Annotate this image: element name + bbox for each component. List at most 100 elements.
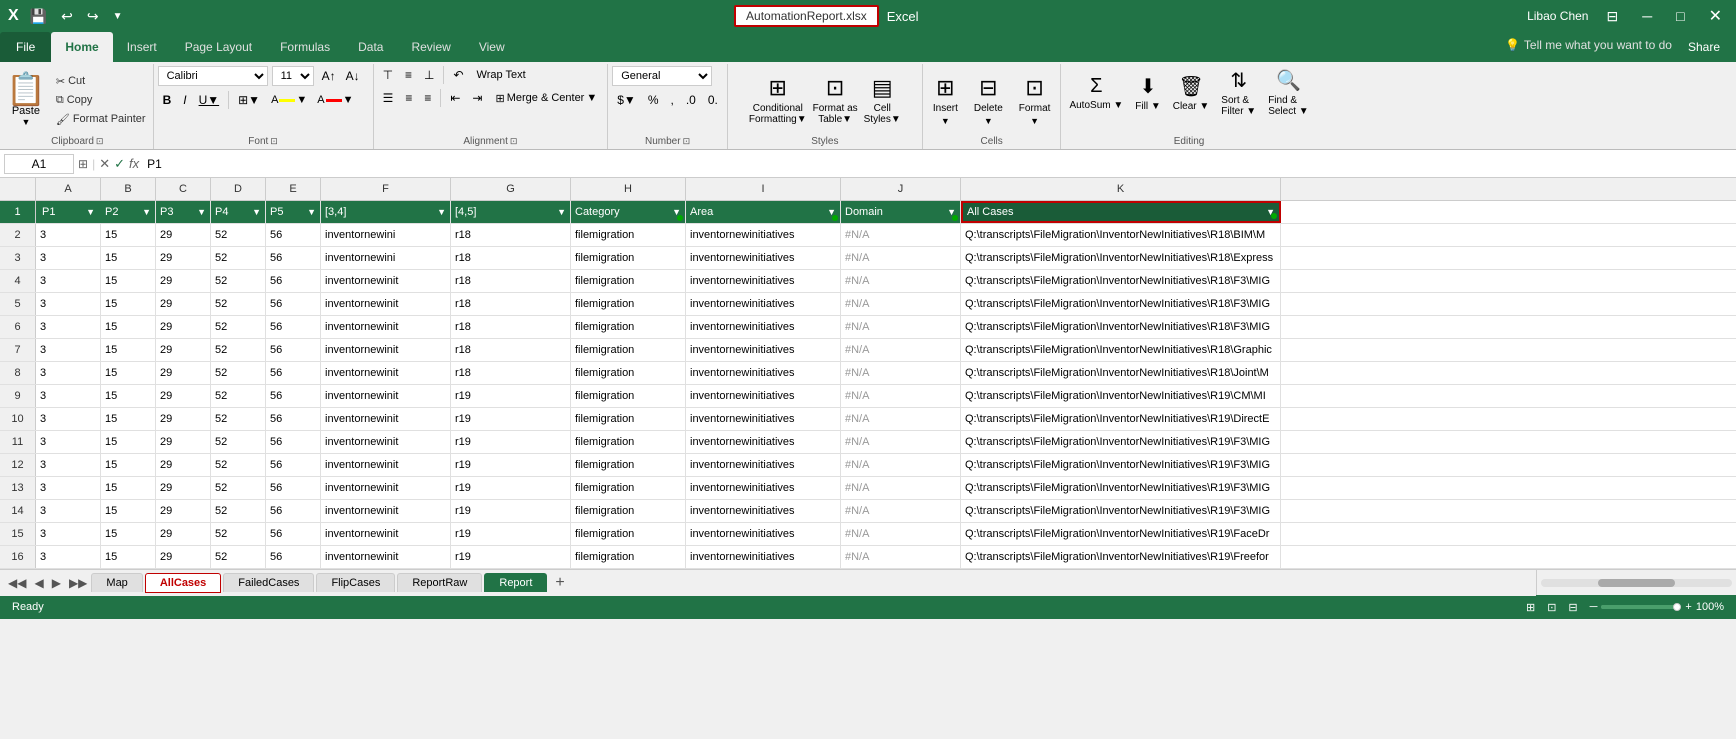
- list-item[interactable]: r18: [451, 293, 571, 315]
- list-item[interactable]: filemigration: [571, 247, 686, 269]
- font-expand-icon[interactable]: ⊡: [270, 136, 278, 147]
- list-item[interactable]: 29: [156, 385, 211, 407]
- list-item[interactable]: inventornewinitiatives: [686, 293, 841, 315]
- ribbon-display-icon[interactable]: ⊟: [1600, 8, 1624, 25]
- align-center-button[interactable]: ≡: [400, 89, 417, 107]
- sheet-nav-prev-icon[interactable]: ◀: [30, 576, 47, 590]
- list-item[interactable]: 52: [211, 408, 266, 430]
- list-item[interactable]: 52: [211, 316, 266, 338]
- tab-home[interactable]: Home: [51, 32, 112, 62]
- list-item[interactable]: Q:\transcripts\FileMigration\InventorNew…: [961, 385, 1281, 407]
- list-item[interactable]: 56: [266, 408, 321, 430]
- format-painter-button[interactable]: 🖌 Format Painter: [53, 112, 149, 127]
- list-item[interactable]: inventornewinitiatives: [686, 316, 841, 338]
- maximize-button[interactable]: □: [1670, 8, 1690, 24]
- list-item[interactable]: 15: [101, 454, 156, 476]
- normal-view-icon[interactable]: ⊡: [1547, 601, 1556, 614]
- fill-color-button[interactable]: A▼: [267, 93, 311, 107]
- row-header-4[interactable]: 4: [0, 270, 36, 292]
- align-top-button[interactable]: ⊤: [378, 66, 398, 84]
- list-item[interactable]: inventornewinitiatives: [686, 224, 841, 246]
- formula-bar-expand-icon[interactable]: ⊞: [78, 157, 88, 171]
- list-item[interactable]: inventornewinitiatives: [686, 500, 841, 522]
- insert-function-icon[interactable]: fx: [129, 156, 139, 171]
- list-item[interactable]: 3: [36, 339, 101, 361]
- list-item[interactable]: 52: [211, 546, 266, 568]
- row-header-11[interactable]: 11: [0, 431, 36, 453]
- list-item[interactable]: 3: [36, 477, 101, 499]
- list-item[interactable]: #N/A: [841, 316, 961, 338]
- list-item[interactable]: 3: [36, 293, 101, 315]
- list-item[interactable]: 56: [266, 316, 321, 338]
- list-item[interactable]: Q:\transcripts\FileMigration\InventorNew…: [961, 431, 1281, 453]
- list-item[interactable]: 3: [36, 224, 101, 246]
- list-item[interactable]: 29: [156, 362, 211, 384]
- filter-dropdown-icon[interactable]: ▼: [86, 207, 95, 217]
- increase-indent-button[interactable]: ⇥: [467, 89, 487, 107]
- list-item[interactable]: #N/A: [841, 247, 961, 269]
- align-middle-button[interactable]: ≡: [400, 66, 417, 84]
- list-item[interactable]: inventornewinit: [321, 523, 451, 545]
- list-item[interactable]: filemigration: [571, 385, 686, 407]
- col-header-d[interactable]: D: [211, 178, 266, 200]
- list-item[interactable]: 56: [266, 293, 321, 315]
- share-button[interactable]: Share: [1688, 32, 1720, 62]
- list-item[interactable]: 52: [211, 293, 266, 315]
- list-item[interactable]: 15: [101, 431, 156, 453]
- tell-me-area[interactable]: 💡 Tell me what you want to do: [1505, 32, 1672, 62]
- list-item[interactable]: 3: [36, 523, 101, 545]
- list-item[interactable]: r18: [451, 224, 571, 246]
- col-header-j[interactable]: J: [841, 178, 961, 200]
- list-item[interactable]: 15: [101, 224, 156, 246]
- add-sheet-button[interactable]: +: [549, 574, 570, 592]
- list-item[interactable]: r18: [451, 247, 571, 269]
- list-item[interactable]: #N/A: [841, 454, 961, 476]
- list-item[interactable]: inventornewinit: [321, 385, 451, 407]
- list-item[interactable]: 52: [211, 362, 266, 384]
- list-item[interactable]: inventornewinitiatives: [686, 247, 841, 269]
- list-item[interactable]: r19: [451, 454, 571, 476]
- list-item[interactable]: 29: [156, 408, 211, 430]
- paste-dropdown-icon[interactable]: ▼: [21, 117, 30, 127]
- col-header-k[interactable]: K: [961, 178, 1281, 200]
- list-item[interactable]: inventornewinit: [321, 546, 451, 568]
- font-name-select[interactable]: Calibri: [158, 66, 268, 86]
- list-item[interactable]: 29: [156, 454, 211, 476]
- list-item[interactable]: r18: [451, 316, 571, 338]
- sheet-tab-flipcases[interactable]: FlipCases: [316, 573, 395, 592]
- col-header-h[interactable]: H: [571, 178, 686, 200]
- font-color-button[interactable]: A▼: [313, 93, 357, 107]
- page-break-icon[interactable]: ⊟: [1568, 601, 1577, 614]
- clipboard-expand-icon[interactable]: ⊡: [96, 136, 104, 147]
- list-item[interactable]: inventornewinit: [321, 408, 451, 430]
- insert-button[interactable]: ⊞ Insert ▼: [927, 71, 964, 130]
- list-item[interactable]: 15: [101, 339, 156, 361]
- list-item[interactable]: Q:\transcripts\FileMigration\InventorNew…: [961, 408, 1281, 430]
- list-item[interactable]: 15: [101, 362, 156, 384]
- list-item[interactable]: filemigration: [571, 454, 686, 476]
- list-item[interactable]: inventornewinitiatives: [686, 546, 841, 568]
- list-item[interactable]: inventornewinit: [321, 477, 451, 499]
- list-item[interactable]: 15: [101, 408, 156, 430]
- conditional-formatting-button[interactable]: ⊞ ConditionalFormatting▼: [749, 75, 807, 125]
- list-item[interactable]: 52: [211, 247, 266, 269]
- redo-icon[interactable]: ↪: [87, 8, 99, 25]
- comma-button[interactable]: ,: [665, 91, 678, 109]
- list-item[interactable]: 3: [36, 247, 101, 269]
- font-size-select[interactable]: 11: [272, 66, 314, 86]
- sheet-nav-right-icon[interactable]: ▶▶: [65, 576, 91, 590]
- alignment-expand-icon[interactable]: ⊡: [510, 136, 518, 147]
- list-item[interactable]: #N/A: [841, 224, 961, 246]
- horizontal-scrollbar[interactable]: [1536, 570, 1736, 595]
- filter-dropdown-icon[interactable]: ▼: [252, 207, 261, 217]
- filter-dropdown-icon[interactable]: ▼: [142, 207, 151, 217]
- delete-button[interactable]: ⊟ Delete ▼: [968, 71, 1009, 130]
- list-item[interactable]: inventornewinitiatives: [686, 385, 841, 407]
- scrollbar-thumb[interactable]: [1598, 579, 1674, 587]
- list-item[interactable]: Domain ▼: [841, 201, 961, 223]
- list-item[interactable]: Q:\transcripts\FileMigration\InventorNew…: [961, 316, 1281, 338]
- list-item[interactable]: 3: [36, 270, 101, 292]
- row-header-16[interactable]: 16: [0, 546, 36, 568]
- list-item[interactable]: Q:\transcripts\FileMigration\InventorNew…: [961, 500, 1281, 522]
- list-item[interactable]: inventornewinitiatives: [686, 270, 841, 292]
